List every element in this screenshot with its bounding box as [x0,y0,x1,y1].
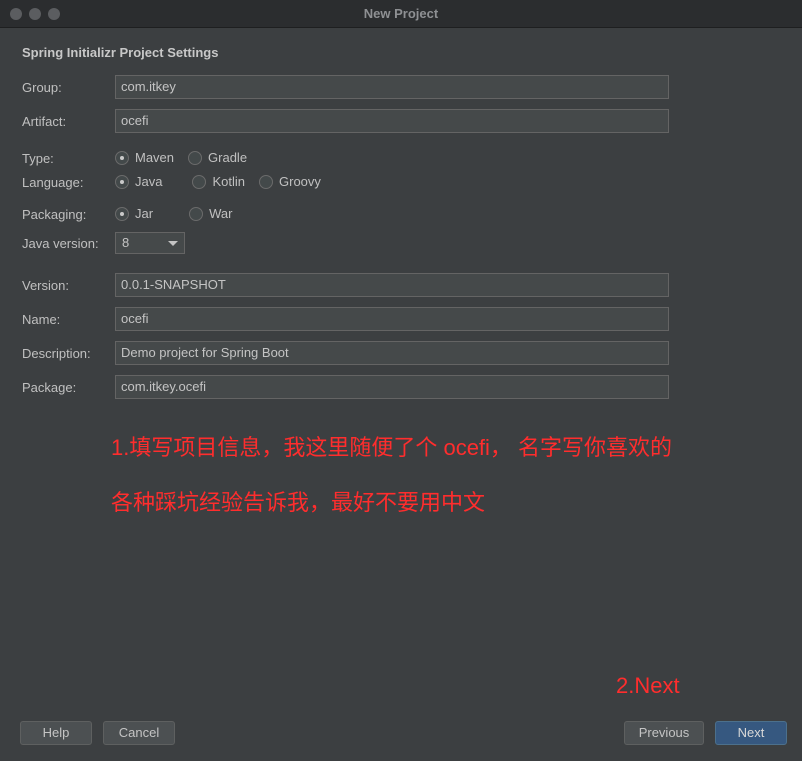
language-java-radio[interactable]: Java [115,174,162,189]
java-version-value: 8 [122,235,130,250]
package-field[interactable]: com.itkey.ocefi [115,375,669,399]
type-radio-group: Maven Gradle [115,150,261,165]
packaging-war-radio[interactable]: War [189,206,232,221]
type-gradle-radio[interactable]: Gradle [188,150,247,165]
annotation-no-chinese: 各种踩坑经验告诉我，最好不要用中文 [111,490,486,515]
radio-unchecked-icon [192,174,207,189]
name-label: Name: [22,312,61,327]
language-label: Language: [22,175,84,190]
annotation-fill-info: 1.填写项目信息，我这里随便了个 ocefi， 名字写你喜欢的 [111,435,673,460]
radio-checked-icon [115,174,129,189]
packaging-label: Packaging: [22,207,87,222]
group-label: Group: [22,80,62,95]
title-bar: New Project [0,0,802,28]
radio-unchecked-icon [188,150,203,165]
version-label: Version: [22,278,69,293]
radio-checked-icon [115,150,129,165]
description-field[interactable]: Demo project for Spring Boot [115,341,669,365]
help-button[interactable]: Help [20,721,92,745]
radio-checked-icon [115,206,129,221]
next-button[interactable]: Next [715,721,787,745]
type-maven-radio[interactable]: Maven [115,150,174,165]
cancel-button[interactable]: Cancel [103,721,175,745]
group-field[interactable]: com.itkey [115,75,669,99]
previous-button[interactable]: Previous [624,721,704,745]
annotation-next-hint: 2.Next [616,673,680,698]
radio-unchecked-icon [259,174,273,189]
section-title: Spring Initializr Project Settings [22,45,219,60]
packaging-radio-group: Jar War [115,206,246,221]
java-version-label: Java version: [22,236,99,251]
description-label: Description: [22,346,91,361]
packaging-jar-radio[interactable]: Jar [115,206,153,221]
artifact-field[interactable]: ocefi [115,109,669,133]
radio-unchecked-icon [189,206,204,221]
language-radio-group: Java Kotlin Groovy [115,174,335,189]
window-title: New Project [363,6,439,21]
language-kotlin-radio[interactable]: Kotlin [192,174,245,189]
type-label: Type: [22,151,54,166]
name-field[interactable]: ocefi [115,307,669,331]
java-version-select[interactable]: 8 [115,232,185,254]
language-groovy-radio[interactable]: Groovy [259,174,321,189]
package-label: Package: [22,380,77,395]
version-field[interactable]: 0.0.1-SNAPSHOT [115,273,669,297]
artifact-label: Artifact: [22,114,67,129]
chevron-down-icon [168,241,178,246]
